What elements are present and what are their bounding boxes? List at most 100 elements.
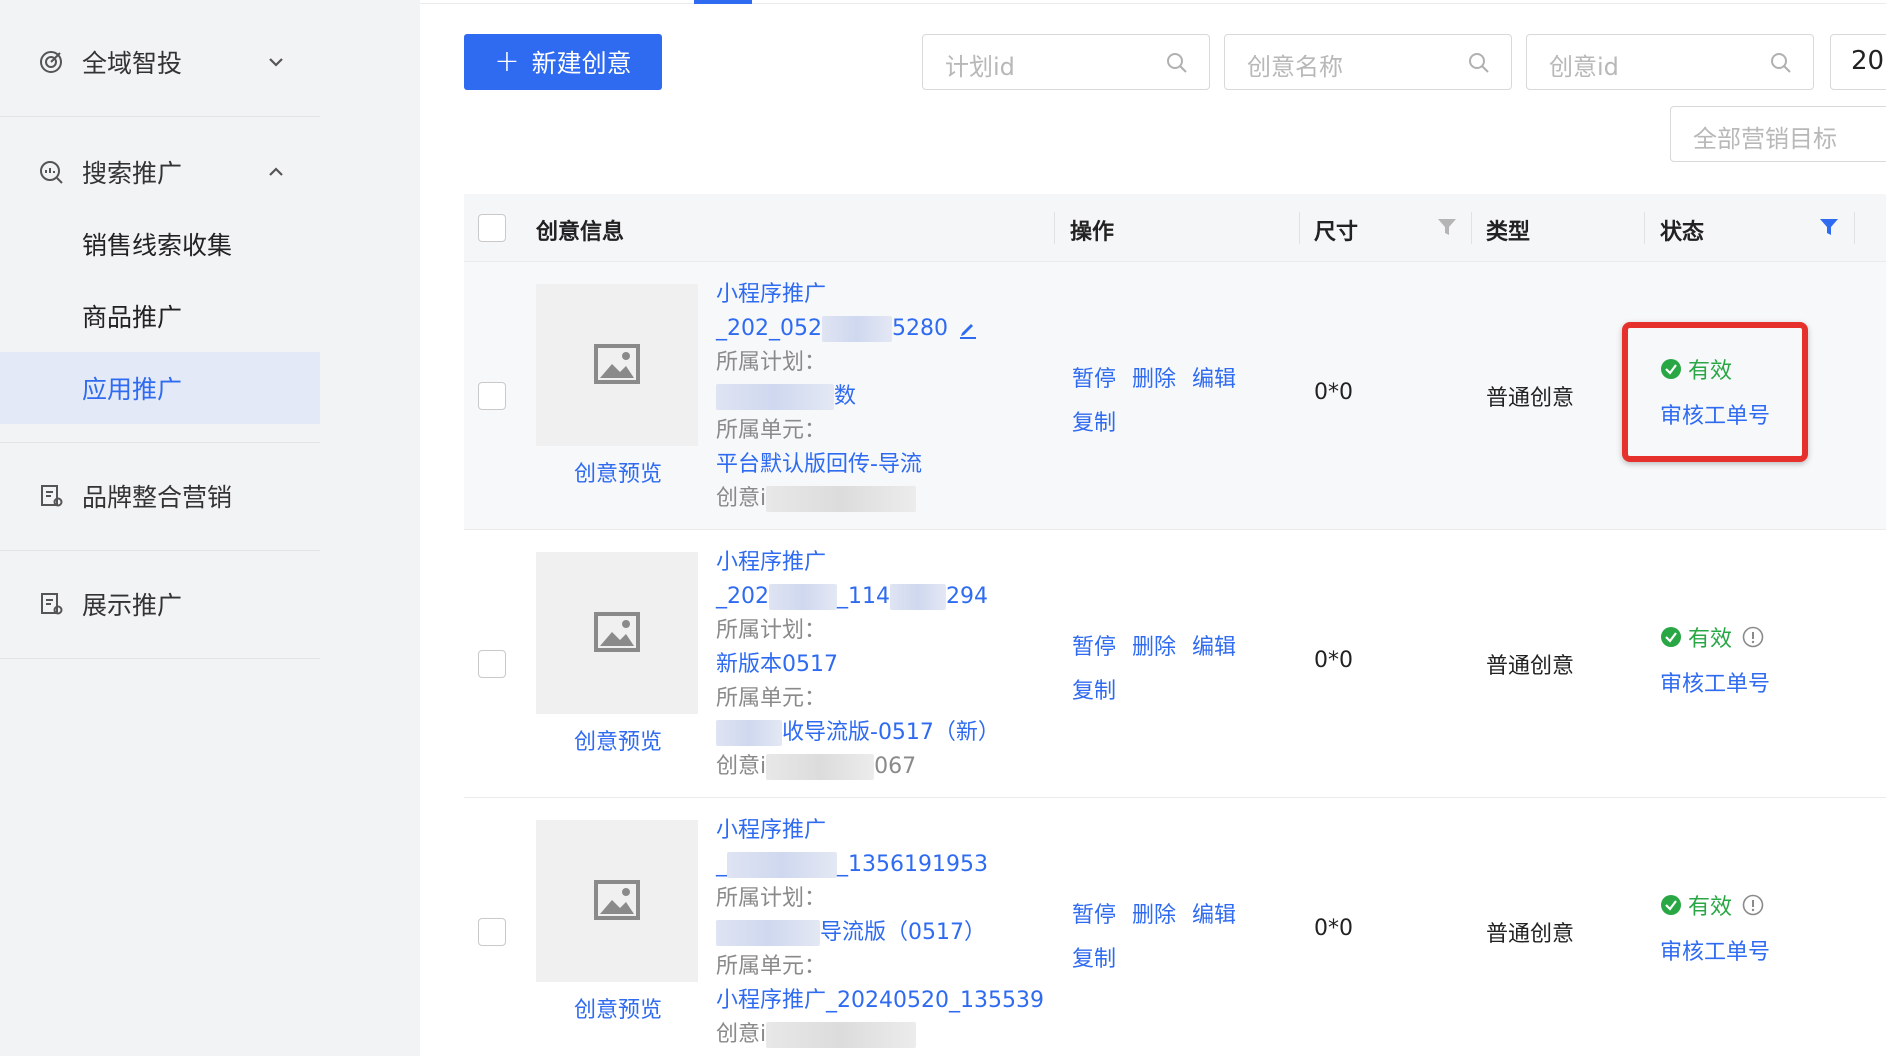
status-text: 有效 xyxy=(1688,895,1733,920)
redacted-text xyxy=(716,920,820,946)
top-divider xyxy=(420,3,1886,4)
sidebar-item-label: 商品推广 xyxy=(82,303,183,332)
active-tab-indicator xyxy=(694,0,752,4)
search-icon[interactable] xyxy=(1165,51,1189,75)
status-cell: 有效 审核工单号 xyxy=(1660,890,1770,966)
redacted-text xyxy=(716,384,834,410)
creative-name-link[interactable]: 小程序推广 xyxy=(716,278,1056,312)
sidebar-item-label: 应用推广 xyxy=(82,375,183,404)
creative-name-suffix: _1356191953 xyxy=(837,852,988,877)
creative-thumbnail xyxy=(536,552,698,714)
row-checkbox[interactable] xyxy=(478,650,506,678)
creative-name-line[interactable]: _202 _114 294 xyxy=(716,580,1056,614)
unit-link[interactable]: 小程序推广_20240520_135539 xyxy=(716,984,1056,1018)
creative-name-search-input[interactable]: 创意名称 xyxy=(1224,34,1512,90)
sidebar-item-sales-leads[interactable]: 销售线索收集 xyxy=(0,208,320,280)
plan-label: 所属计划： xyxy=(716,618,827,643)
unit-suffix: 收导流版-0517（新） xyxy=(782,720,1000,745)
creative-preview-link[interactable]: 创意预览 xyxy=(574,724,662,756)
pause-button[interactable]: 暂停 xyxy=(1072,903,1116,928)
nav-group-search-promo[interactable]: 搜索推广 xyxy=(0,136,320,208)
pause-button[interactable]: 暂停 xyxy=(1072,635,1116,660)
unit-link[interactable]: 收导流版-0517（新） xyxy=(716,716,1056,750)
review-ticket-link[interactable]: 审核工单号 xyxy=(1660,934,1770,966)
creative-name-placeholder: 创意名称 xyxy=(1247,53,1343,81)
row-checkbox[interactable] xyxy=(478,918,506,946)
header-status: 状态 xyxy=(1660,220,1705,245)
review-ticket-link[interactable]: 审核工单号 xyxy=(1660,666,1770,698)
redacted-text xyxy=(727,852,837,878)
size-value: 0*0 xyxy=(1314,380,1353,405)
sidebar-item-app-promo[interactable]: 应用推广 xyxy=(0,352,320,424)
nav-divider xyxy=(0,116,320,117)
annotation-highlight-box xyxy=(1622,322,1808,462)
plan-link[interactable]: 数 xyxy=(716,380,1056,414)
header-size: 尺寸 xyxy=(1314,220,1359,245)
nav-divider xyxy=(0,550,320,551)
document-icon xyxy=(41,485,63,507)
creative-id-label: 创意i xyxy=(716,754,767,779)
delete-button[interactable]: 删除 xyxy=(1132,635,1176,660)
row-ops: 暂停 删除 编辑 复制 xyxy=(1072,894,1262,982)
plan-link[interactable]: 新版本0517 xyxy=(716,648,1056,682)
header-creative-info: 创意信息 xyxy=(536,220,625,245)
search-icon[interactable] xyxy=(1769,51,1793,75)
creative-name-line[interactable]: _202_052 5280 xyxy=(716,312,1056,346)
creative-info: 小程序推广 _202 _114 294 所属计划： 新版本0517 所属单元： 收导… xyxy=(716,546,1056,784)
creative-preview-link[interactable]: 创意预览 xyxy=(574,456,662,488)
edit-button[interactable]: 编辑 xyxy=(1192,635,1236,660)
plan-id-search-input[interactable]: 计划id xyxy=(922,34,1210,90)
sidebar: 全域智投 搜索推广 销售线索收集 商品推广 应用推广 品牌整合营销 展示推广 xyxy=(0,0,420,1056)
creative-name-line[interactable]: _ _1356191953 xyxy=(716,848,1056,882)
check-circle-icon xyxy=(1661,627,1681,647)
edit-pencil-icon[interactable] xyxy=(958,319,978,339)
date-value: 202 xyxy=(1851,46,1886,76)
copy-button[interactable]: 复制 xyxy=(1072,947,1116,972)
creative-thumbnail xyxy=(536,284,698,446)
creative-name-link[interactable]: 小程序推广 xyxy=(716,814,1056,848)
sidebar-item-label: 销售线索收集 xyxy=(82,231,233,260)
nav-group-brand-marketing[interactable]: 品牌整合营销 xyxy=(0,460,320,532)
nav-group-omni-smart[interactable]: 全域智投 xyxy=(0,26,320,98)
pause-button[interactable]: 暂停 xyxy=(1072,367,1116,392)
marketing-goal-select[interactable]: 全部营销目标 xyxy=(1670,106,1886,162)
type-value: 普通创意 xyxy=(1486,922,1575,947)
search-icon[interactable] xyxy=(1467,51,1491,75)
unit-link[interactable]: 平台默认版回传-导流 xyxy=(716,448,1056,482)
image-placeholder-icon xyxy=(594,612,640,652)
copy-button[interactable]: 复制 xyxy=(1072,679,1116,704)
creative-id-line: 创意i xyxy=(716,482,1056,516)
copy-button[interactable]: 复制 xyxy=(1072,411,1116,436)
marketing-goal-placeholder: 全部营销目标 xyxy=(1693,125,1837,153)
creative-name-prefix: _ xyxy=(716,852,727,877)
nav-group-label: 搜索推广 xyxy=(82,159,183,188)
new-creative-button[interactable]: + 新建创意 xyxy=(464,34,662,90)
filter-icon[interactable] xyxy=(1818,216,1840,238)
filter-icon[interactable] xyxy=(1436,216,1458,238)
creative-id-line: 创意i 067 xyxy=(716,750,1056,784)
delete-button[interactable]: 删除 xyxy=(1132,367,1176,392)
plan-label: 所属计划： xyxy=(716,886,827,911)
creative-name-mid: _114 xyxy=(837,584,890,609)
creative-preview-link[interactable]: 创意预览 xyxy=(574,992,662,1024)
type-value: 普通创意 xyxy=(1486,654,1575,679)
row-checkbox[interactable] xyxy=(478,382,506,410)
select-all-checkbox[interactable] xyxy=(478,214,506,242)
sidebar-item-product-promo[interactable]: 商品推广 xyxy=(0,280,320,352)
plan-link[interactable]: 导流版（0517） xyxy=(716,916,1056,950)
info-circle-icon[interactable] xyxy=(1742,626,1764,648)
creative-id-search-input[interactable]: 创意id xyxy=(1526,34,1814,90)
info-circle-icon[interactable] xyxy=(1742,894,1764,916)
redacted-text xyxy=(769,584,837,610)
image-placeholder-icon xyxy=(594,344,640,384)
edit-button[interactable]: 编辑 xyxy=(1192,367,1236,392)
unit-label: 所属单元： xyxy=(716,954,827,979)
nav-group-display-promo[interactable]: 展示推广 xyxy=(0,568,320,640)
creative-info: 小程序推广 _ _1356191953 所属计划： 导流版（0517） 所属单元：… xyxy=(716,814,1056,1052)
date-range-picker[interactable]: 202 xyxy=(1830,34,1886,90)
nav-divider xyxy=(0,658,320,659)
edit-button[interactable]: 编辑 xyxy=(1192,903,1236,928)
delete-button[interactable]: 删除 xyxy=(1132,903,1176,928)
status-badge: 有效 xyxy=(1660,890,1770,920)
creative-name-link[interactable]: 小程序推广 xyxy=(716,546,1056,580)
